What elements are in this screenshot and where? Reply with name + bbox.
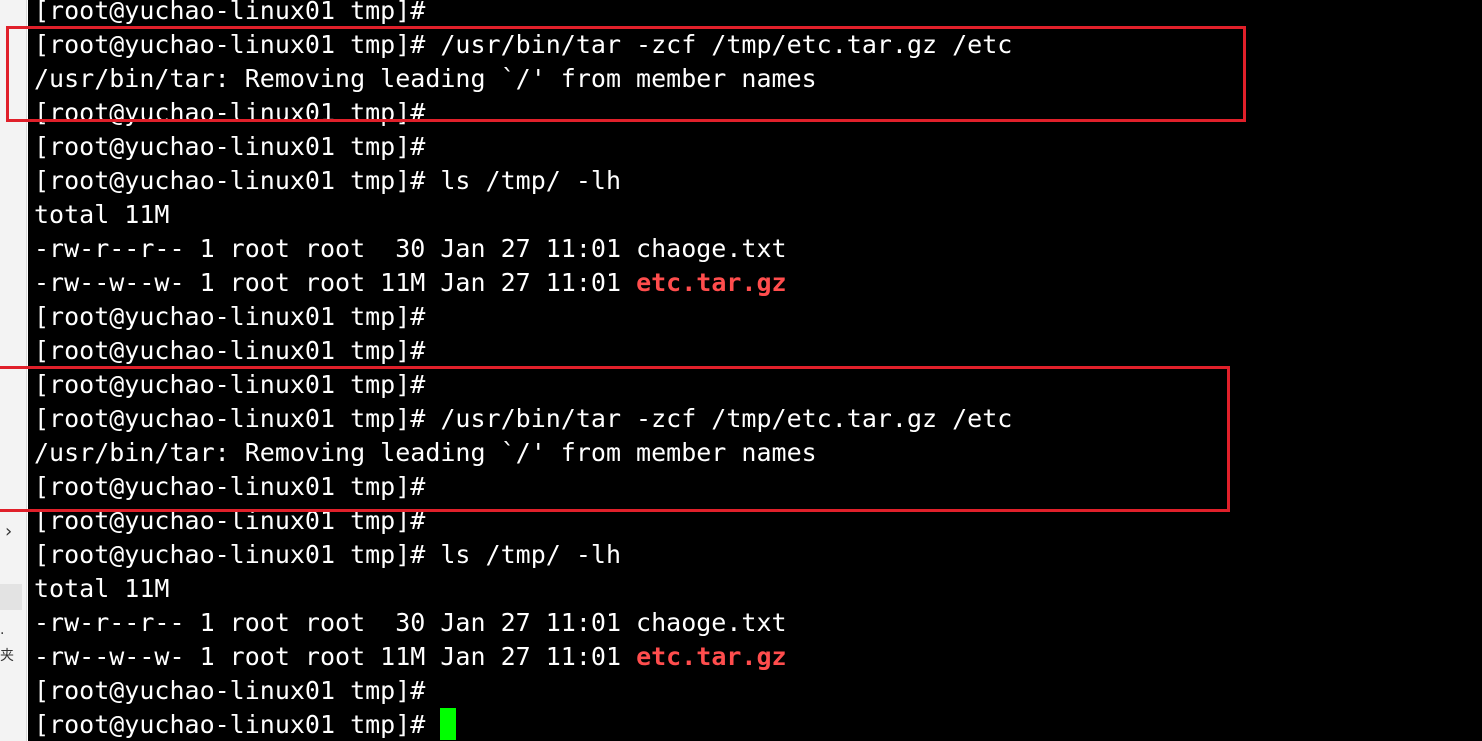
terminal-line: -rw-r--r-- 1 root root 30 Jan 27 11:01 c… (34, 606, 1012, 640)
terminal-line: total 11M (34, 572, 1012, 606)
terminal-line-text: -rw-r--r-- 1 root root 30 Jan 27 11:01 c… (34, 608, 787, 637)
annotation-box-first-command (6, 26, 1246, 122)
terminal-line: [root@yuchao-linux01 tmp]# (34, 334, 1012, 368)
terminal-cursor (440, 708, 457, 740)
terminal-line-text: total 11M (34, 574, 170, 603)
side-panel-text: 夹 (0, 648, 14, 664)
archive-filename: etc.tar.gz (636, 268, 787, 297)
terminal-line: -rw-r--r-- 1 root root 30 Jan 27 11:01 c… (34, 232, 1012, 266)
terminal-line-text: [root@yuchao-linux01 tmp]# ls /tmp/ -lh (34, 540, 621, 569)
terminal-line: [root@yuchao-linux01 tmp]# (34, 0, 1012, 28)
terminal-line-text: -rw--w--w- 1 root root 11M Jan 27 11:01 (34, 642, 637, 671)
terminal-line: [root@yuchao-linux01 tmp]# ls /tmp/ -lh (34, 164, 1012, 198)
terminal-line: [root@yuchao-linux01 tmp]# ls /tmp/ -lh (34, 538, 1012, 572)
terminal-line: [root@yuchao-linux01 tmp]# (34, 300, 1012, 334)
side-panel-text: . (0, 622, 5, 638)
annotation-box-second-command (0, 366, 1230, 512)
terminal-line: [root@yuchao-linux01 tmp]# (34, 130, 1012, 164)
terminal-line-text: -rw-r--r-- 1 root root 30 Jan 27 11:01 c… (34, 234, 787, 263)
terminal-line-text: total 11M (34, 200, 170, 229)
terminal-line: [root@yuchao-linux01 tmp]# (34, 708, 1012, 741)
side-panel-item[interactable] (0, 584, 22, 610)
terminal-line: total 11M (34, 198, 1012, 232)
archive-filename: etc.tar.gz (636, 642, 787, 671)
chevron-right-icon[interactable]: › (5, 522, 12, 542)
terminal-line-text: [root@yuchao-linux01 tmp]# (34, 710, 441, 739)
terminal-line-text: [root@yuchao-linux01 tmp]# (34, 676, 426, 705)
terminal-line: -rw--w--w- 1 root root 11M Jan 27 11:01 … (34, 266, 1012, 300)
terminal-line-text: -rw--w--w- 1 root root 11M Jan 27 11:01 (34, 268, 637, 297)
terminal-line-text: [root@yuchao-linux01 tmp]# (34, 336, 426, 365)
terminal-line: [root@yuchao-linux01 tmp]# (34, 674, 1012, 708)
terminal-line: -rw--w--w- 1 root root 11M Jan 27 11:01 … (34, 640, 1012, 674)
terminal-line-text: [root@yuchao-linux01 tmp]# ls /tmp/ -lh (34, 166, 621, 195)
terminal-line-text: [root@yuchao-linux01 tmp]# (34, 0, 426, 25)
terminal-line-text: [root@yuchao-linux01 tmp]# (34, 302, 426, 331)
terminal-line-text: [root@yuchao-linux01 tmp]# (34, 132, 426, 161)
